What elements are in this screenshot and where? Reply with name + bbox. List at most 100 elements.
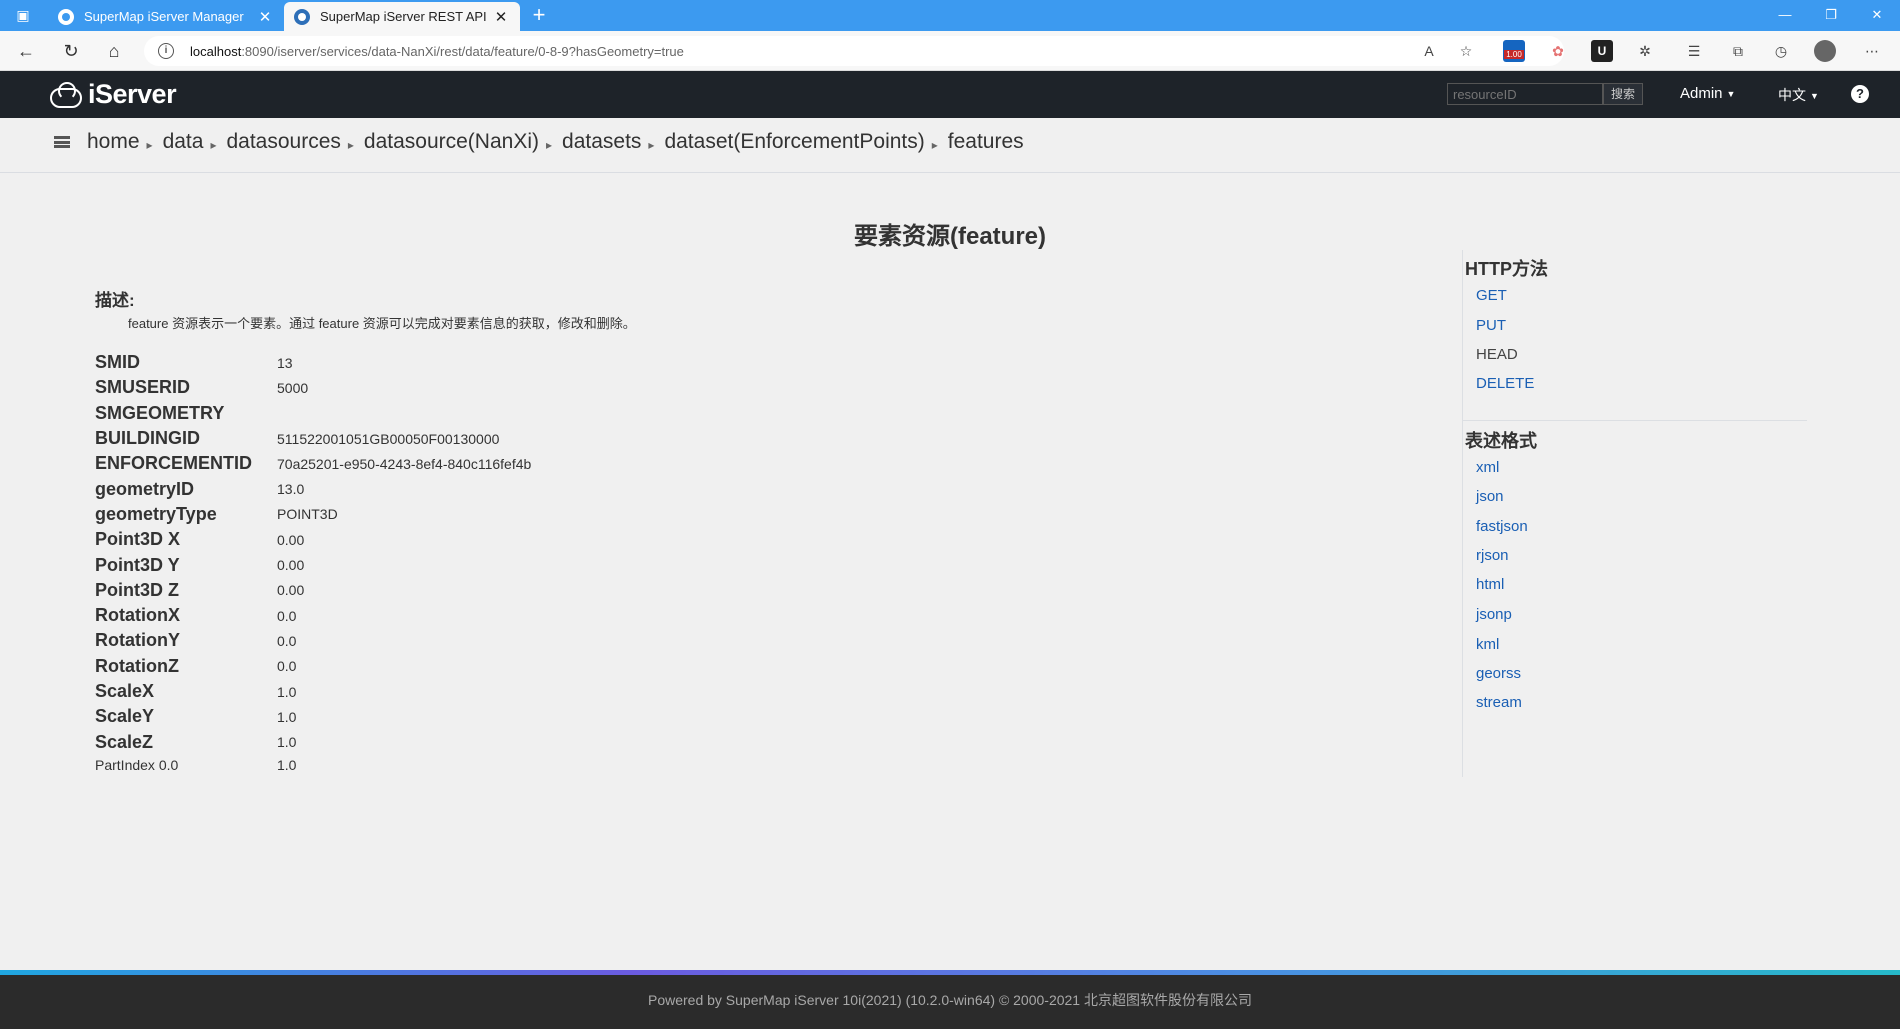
close-icon[interactable]: ✕ (492, 8, 510, 26)
field-value: 0.00 (277, 582, 305, 599)
home-icon[interactable]: ⌂ (102, 40, 126, 62)
format-rjson-link[interactable]: rjson (1476, 547, 1509, 564)
field-name: PartIndex 0.0 (95, 757, 179, 774)
field-name: Point3D Z (95, 579, 179, 600)
help-icon[interactable]: ? (1851, 85, 1869, 103)
url-text[interactable]: localhost:8090/iserver/services/data-Nan… (190, 44, 684, 59)
address-bar[interactable]: i localhost:8090/iserver/services/data-N… (144, 36, 1564, 66)
format-georss-link[interactable]: georss (1476, 665, 1521, 682)
close-icon[interactable]: ✕ (256, 8, 274, 26)
field-row: RotationY 0.0 (95, 628, 531, 653)
more-options-icon[interactable]: ⋯ (1861, 40, 1883, 62)
field-value: 1.0 (277, 708, 297, 725)
profile-avatar[interactable] (1814, 40, 1836, 62)
field-row: Point3D Y 0.00 (95, 552, 531, 577)
language-menu[interactable]: 中文 ▼ (1778, 85, 1819, 105)
field-value: 511522001051GB00050F00130000 (277, 430, 500, 447)
minimize-icon[interactable]: — (1770, 5, 1800, 25)
search-button[interactable]: 搜索 (1603, 83, 1643, 105)
field-row: RotationX 0.0 (95, 603, 531, 628)
format-fastjson-link[interactable]: fastjson (1476, 518, 1528, 535)
field-row: geometryID 13.0 (95, 476, 531, 501)
tab-iserver-manager[interactable]: SuperMap iServer Manager ✕ (48, 2, 284, 31)
field-name: SMGEOMETRY (95, 402, 225, 423)
collections-icon[interactable]: ⧉ (1727, 40, 1749, 62)
format-stream-link[interactable]: stream (1476, 694, 1522, 711)
new-tab-plus-icon[interactable]: + (528, 4, 550, 26)
field-value: 13.0 (277, 481, 305, 498)
admin-menu[interactable]: Admin ▼ (1680, 85, 1735, 102)
breadcrumb-data[interactable]: data (163, 130, 204, 154)
field-name: RotationX (95, 605, 180, 626)
tab-iserver-rest-api[interactable]: SuperMap iServer REST API ✕ (284, 2, 520, 31)
restore-icon[interactable]: ❐ (1816, 5, 1846, 25)
field-value: 70a25201-e950-4243-8ef4-840c116fef4b (277, 455, 532, 472)
field-name: ScaleX (95, 681, 155, 701)
info-icon[interactable]: i (158, 43, 174, 59)
iserver-favicon-icon (294, 8, 310, 25)
close-window-icon[interactable]: ✕ (1862, 5, 1892, 25)
extension-icon[interactable]: ✿ (1547, 40, 1569, 62)
field-value: 5000 (277, 379, 309, 396)
format-html-link[interactable]: html (1476, 576, 1504, 593)
refresh-icon[interactable]: ↻ (59, 40, 83, 62)
http-method-put-link[interactable]: PUT (1476, 317, 1506, 334)
breadcrumb-datasets[interactable]: datasets (562, 130, 641, 154)
http-methods-heading: HTTP方法 (1465, 259, 1548, 279)
breadcrumb-dataset[interactable]: dataset(EnforcementPoints) (664, 130, 924, 154)
field-row: SMGEOMETRY (95, 401, 531, 426)
http-method-head: HEAD (1476, 346, 1518, 363)
field-name: SMUSERID (95, 377, 191, 398)
field-name: RotationY (95, 630, 180, 651)
extensions-puzzle-icon[interactable]: ✲ (1634, 40, 1656, 62)
iserver-logo[interactable]: iServer (46, 78, 177, 110)
field-value: 1.0 (277, 683, 297, 700)
breadcrumb-separator: ▸ (210, 138, 217, 152)
history-icon[interactable]: ◷ (1770, 40, 1792, 62)
breadcrumb-home[interactable]: home (87, 130, 140, 154)
field-row: SMUSERID 5000 (95, 375, 531, 400)
brand-name: iServer (88, 78, 177, 109)
field-row: Point3D Z 0.00 (95, 578, 531, 603)
field-row: ScaleZ 1.0 (95, 729, 531, 754)
field-name: RotationZ (95, 655, 179, 676)
favorite-star-icon[interactable]: ☆ (1455, 40, 1477, 62)
ublock-icon[interactable]: U (1591, 40, 1613, 62)
tab-actions-icon[interactable]: ▣ (14, 7, 32, 23)
field-row: RotationZ 0.0 (95, 654, 531, 679)
format-xml-link[interactable]: xml (1476, 459, 1499, 476)
format-json-link[interactable]: json (1476, 488, 1504, 505)
extension-badge-icon[interactable]: 1.00 (1503, 40, 1525, 62)
format-kml-link[interactable]: kml (1476, 636, 1499, 653)
breadcrumb-separator: ▸ (648, 138, 655, 152)
http-method-delete-link[interactable]: DELETE (1476, 375, 1534, 392)
resource-id-search-input[interactable] (1447, 83, 1603, 105)
http-method-get-link[interactable]: GET (1476, 287, 1507, 304)
breadcrumb-datasources[interactable]: datasources (226, 130, 340, 154)
format-jsonp-link[interactable]: jsonp (1476, 606, 1512, 623)
field-row: BUILDINGID 511522001051GB00050F00130000 (95, 426, 531, 451)
field-row: PartIndex 0.0 1.0 (95, 755, 531, 776)
browser-toolbar: ← ↻ ⌂ i localhost:8090/iserver/services/… (0, 31, 1900, 71)
back-arrow-icon[interactable]: ← (14, 40, 38, 62)
footer-copyright: Powered by SuperMap iServer 10i(2021) (1… (647, 992, 1252, 1008)
breadcrumb-separator: ▸ (546, 138, 553, 152)
tab-title: SuperMap iServer REST API (320, 9, 487, 24)
field-row: ScaleY 1.0 (95, 704, 531, 729)
field-value: 0.00 (277, 557, 305, 574)
field-value: 0.00 (277, 531, 305, 548)
caret-down-icon: ▼ (1810, 91, 1819, 102)
description-text: feature 资源表示一个要素。通过 feature 资源可以完成对要素信息的… (128, 316, 636, 331)
field-name: SMID (95, 352, 140, 373)
breadcrumb-datasource[interactable]: datasource(NanXi) (364, 130, 539, 154)
read-aloud-icon[interactable]: A (1418, 40, 1440, 62)
field-name: ENFORCEMENTID (95, 453, 252, 474)
field-row: Point3D X 0.00 (95, 527, 531, 552)
iserver-header: iServer 搜索 Admin▼ 中文▼ ? (0, 71, 1900, 118)
side-panel: HTTP方法 GET PUT HEAD DELETE 表述格式 xml json… (1462, 250, 1807, 777)
favorites-list-icon[interactable]: ☰ (1683, 40, 1705, 62)
formats-heading: 表述格式 (1465, 431, 1537, 451)
menu-icon[interactable] (54, 136, 70, 148)
description-label: 描述: (95, 291, 135, 310)
field-value: 1.0 (277, 734, 297, 751)
